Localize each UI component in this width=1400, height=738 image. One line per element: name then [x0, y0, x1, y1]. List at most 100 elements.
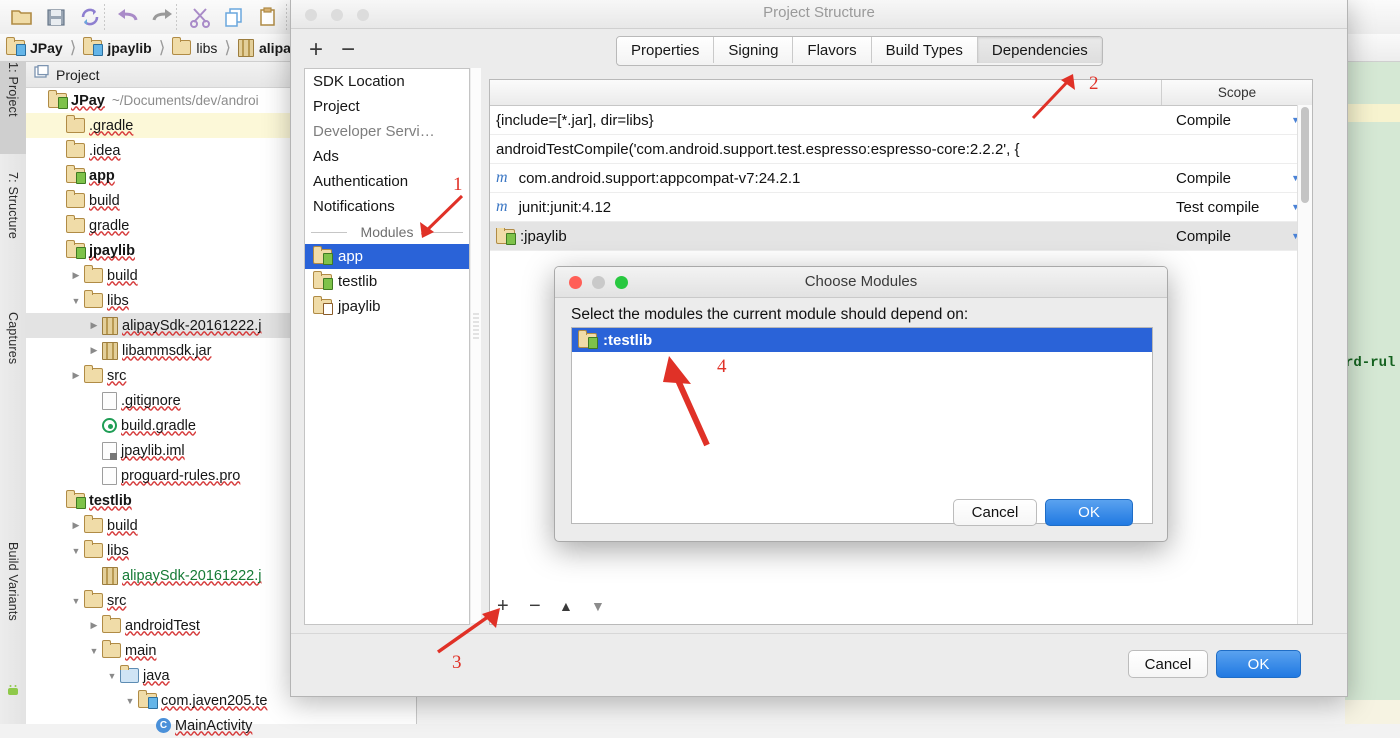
- module-folder-icon: [5, 37, 26, 56]
- breadcrumb-item-jpaylib[interactable]: jpaylib: [83, 37, 152, 56]
- sidebar-item-project[interactable]: Project: [305, 94, 469, 119]
- folder-icon: [65, 115, 85, 133]
- save-icon[interactable]: [44, 6, 68, 28]
- folder-icon: [65, 190, 85, 208]
- sidebar-item-label: jpaylib: [338, 298, 381, 315]
- remove-dependency-button[interactable]: −: [529, 590, 541, 623]
- scrollbar-thumb[interactable]: [1301, 107, 1309, 203]
- tab-build-types[interactable]: Build Types: [871, 37, 978, 63]
- source-folder-icon: [119, 665, 139, 683]
- package-folder-icon: [137, 690, 158, 709]
- tool-tab-captures[interactable]: Captures: [0, 312, 26, 398]
- tree-item-label: libs: [107, 292, 129, 309]
- table-row[interactable]: {include=[*.jar], dir=libs} Compile ▼: [490, 106, 1312, 135]
- sidebar-item-jpaylib[interactable]: jpaylib: [305, 294, 469, 319]
- gradle-file-icon: [102, 418, 117, 433]
- column-header-name[interactable]: [490, 80, 1162, 105]
- sidebar-item-label: Developer Servi…: [313, 123, 435, 140]
- class-icon: C: [156, 718, 171, 733]
- sidebar-item-testlib[interactable]: testlib: [305, 269, 469, 294]
- expand-arrow-icon[interactable]: ▶: [86, 620, 102, 631]
- ok-button[interactable]: OK: [1216, 650, 1301, 678]
- panel-splitter[interactable]: [471, 68, 481, 623]
- tool-window-bar: 1: Project 7: Structure Captures Build V…: [0, 62, 27, 724]
- dependencies-table-header: Scope: [490, 80, 1312, 106]
- dependency-scope-cell[interactable]: Compile ▼: [1162, 112, 1312, 129]
- column-header-scope[interactable]: Scope: [1162, 80, 1312, 105]
- jar-icon: [102, 341, 118, 360]
- breadcrumb-item-alipa[interactable]: alipa: [238, 38, 291, 57]
- redo-icon[interactable]: [150, 6, 174, 28]
- dependency-scope-cell[interactable]: Compile ▼: [1162, 170, 1312, 187]
- expand-arrow-icon[interactable]: ▶: [86, 345, 102, 356]
- tree-item-label: build: [89, 192, 120, 209]
- tree-item-label: jpaylib.iml: [121, 442, 185, 459]
- breadcrumb-item-libs[interactable]: libs: [172, 37, 217, 56]
- android-icon: [5, 682, 21, 703]
- sidebar-item-notifications[interactable]: Notifications: [305, 194, 469, 219]
- table-row[interactable]: m com.android.support:appcompat-v7:24.2.1…: [490, 164, 1312, 193]
- list-item-label: :testlib: [603, 331, 653, 349]
- tool-tab-structure[interactable]: 7: Structure: [0, 172, 26, 280]
- collapse-arrow-icon[interactable]: ▼: [104, 671, 120, 681]
- list-item[interactable]: :testlib: [572, 328, 1152, 352]
- sync-icon[interactable]: [78, 6, 102, 28]
- collapse-arrow-icon[interactable]: ▼: [86, 646, 102, 656]
- table-row[interactable]: m junit:junit:4.12 Test compile ▼: [490, 193, 1312, 222]
- breadcrumb-label: alipa: [259, 39, 291, 56]
- expand-arrow-icon[interactable]: ▶: [68, 520, 84, 531]
- move-up-button[interactable]: ▲: [559, 590, 573, 623]
- folder-icon: [83, 590, 103, 608]
- copy-icon[interactable]: [222, 6, 246, 28]
- module-folder-icon: [65, 240, 86, 259]
- collapse-arrow-icon[interactable]: ▼: [68, 296, 84, 306]
- tree-item-label: libammsdk.jar: [122, 342, 212, 359]
- remove-module-button[interactable]: −: [341, 38, 355, 62]
- sidebar-item-ads[interactable]: Ads: [305, 144, 469, 169]
- add-module-button[interactable]: +: [309, 38, 323, 62]
- collapse-arrow-icon[interactable]: ▼: [68, 546, 84, 556]
- module-folder-icon: [47, 90, 68, 109]
- expand-arrow-icon[interactable]: ▶: [68, 370, 84, 381]
- folder-icon: [101, 615, 121, 633]
- tab-signing[interactable]: Signing: [714, 37, 794, 63]
- tool-tab-build-variants[interactable]: Build Variants: [0, 542, 26, 662]
- folder-icon: [83, 365, 103, 383]
- cut-icon[interactable]: [188, 6, 212, 28]
- tab-properties[interactable]: Properties: [617, 37, 715, 63]
- breadcrumb-item-jpay[interactable]: JPay: [5, 37, 63, 56]
- sidebar-item-label: Ads: [313, 148, 339, 165]
- move-down-button[interactable]: ▼: [591, 590, 605, 623]
- sidebar-item-sdk-location[interactable]: SDK Location: [305, 69, 469, 94]
- collapse-arrow-icon[interactable]: ▼: [68, 596, 84, 606]
- expand-arrow-icon[interactable]: ▶: [68, 270, 84, 281]
- folder-icon: [101, 640, 121, 658]
- sidebar-item-app[interactable]: app: [305, 244, 469, 269]
- dependency-scope-cell[interactable]: Compile ▼: [1162, 228, 1312, 245]
- paste-icon[interactable]: [256, 6, 280, 28]
- add-dependency-button[interactable]: +: [497, 590, 509, 623]
- dependency-scope-cell[interactable]: Test compile ▼: [1162, 199, 1312, 216]
- tree-item[interactable]: C MainActivity: [26, 713, 416, 738]
- folder-icon: [83, 265, 103, 283]
- dependency-scope-value: Compile: [1176, 227, 1232, 245]
- dependencies-scrollbar[interactable]: [1297, 105, 1312, 624]
- dependency-name-cell: {include=[*.jar], dir=libs}: [490, 112, 1162, 129]
- choose-modules-cancel-button[interactable]: Cancel: [953, 499, 1037, 526]
- folder-icon: [83, 540, 103, 558]
- undo-icon[interactable]: [116, 6, 140, 28]
- table-row[interactable]: :jpaylib Compile ▼: [490, 222, 1312, 251]
- tab-flavors[interactable]: Flavors: [793, 37, 872, 63]
- expand-arrow-icon[interactable]: ▶: [86, 320, 102, 331]
- project-structure-sidebar: SDK Location Project Developer Servi… Ads Au…: [304, 68, 470, 625]
- editor-area[interactable]: [1345, 62, 1400, 724]
- sidebar-item-authentication[interactable]: Authentication: [305, 169, 469, 194]
- cancel-button[interactable]: Cancel: [1128, 650, 1208, 678]
- tab-dependencies[interactable]: Dependencies: [977, 37, 1102, 63]
- choose-modules-ok-button[interactable]: OK: [1045, 499, 1133, 526]
- tree-item-label: app: [89, 167, 115, 184]
- tool-tab-project[interactable]: 1: Project: [0, 62, 26, 154]
- open-folder-icon[interactable]: [10, 6, 34, 28]
- table-row[interactable]: androidTestCompile('com.android.support.…: [490, 135, 1312, 164]
- collapse-arrow-icon[interactable]: ▼: [122, 696, 138, 706]
